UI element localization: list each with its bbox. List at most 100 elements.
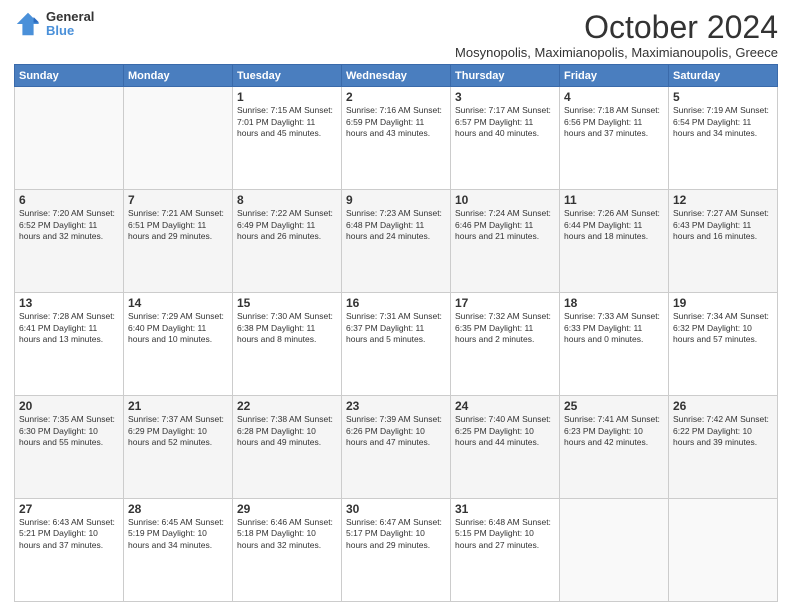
day-info: Sunrise: 6:48 AM Sunset: 5:15 PM Dayligh… <box>455 517 555 551</box>
calendar-cell: 30Sunrise: 6:47 AM Sunset: 5:17 PM Dayli… <box>342 499 451 602</box>
day-info: Sunrise: 7:15 AM Sunset: 7:01 PM Dayligh… <box>237 105 337 139</box>
calendar-cell: 6Sunrise: 7:20 AM Sunset: 6:52 PM Daylig… <box>15 190 124 293</box>
header-row: Sunday Monday Tuesday Wednesday Thursday… <box>15 65 778 87</box>
day-info: Sunrise: 7:23 AM Sunset: 6:48 PM Dayligh… <box>346 208 446 242</box>
calendar-cell: 27Sunrise: 6:43 AM Sunset: 5:21 PM Dayli… <box>15 499 124 602</box>
day-info: Sunrise: 7:34 AM Sunset: 6:32 PM Dayligh… <box>673 311 773 345</box>
day-info: Sunrise: 7:35 AM Sunset: 6:30 PM Dayligh… <box>19 414 119 448</box>
col-monday: Monday <box>124 65 233 87</box>
logo-blue-text: Blue <box>46 24 94 38</box>
calendar-cell: 19Sunrise: 7:34 AM Sunset: 6:32 PM Dayli… <box>669 293 778 396</box>
col-tuesday: Tuesday <box>233 65 342 87</box>
day-number: 29 <box>237 502 337 516</box>
calendar-week-4: 20Sunrise: 7:35 AM Sunset: 6:30 PM Dayli… <box>15 396 778 499</box>
calendar-cell: 14Sunrise: 7:29 AM Sunset: 6:40 PM Dayli… <box>124 293 233 396</box>
day-number: 23 <box>346 399 446 413</box>
day-info: Sunrise: 7:19 AM Sunset: 6:54 PM Dayligh… <box>673 105 773 139</box>
calendar-cell: 15Sunrise: 7:30 AM Sunset: 6:38 PM Dayli… <box>233 293 342 396</box>
day-info: Sunrise: 7:18 AM Sunset: 6:56 PM Dayligh… <box>564 105 664 139</box>
day-number: 26 <box>673 399 773 413</box>
day-info: Sunrise: 7:22 AM Sunset: 6:49 PM Dayligh… <box>237 208 337 242</box>
day-info: Sunrise: 7:16 AM Sunset: 6:59 PM Dayligh… <box>346 105 446 139</box>
day-number: 20 <box>19 399 119 413</box>
day-number: 8 <box>237 193 337 207</box>
calendar-cell <box>560 499 669 602</box>
calendar-cell: 11Sunrise: 7:26 AM Sunset: 6:44 PM Dayli… <box>560 190 669 293</box>
day-info: Sunrise: 7:30 AM Sunset: 6:38 PM Dayligh… <box>237 311 337 345</box>
day-number: 28 <box>128 502 228 516</box>
day-number: 15 <box>237 296 337 310</box>
logo-text: General Blue <box>46 10 94 39</box>
day-info: Sunrise: 7:28 AM Sunset: 6:41 PM Dayligh… <box>19 311 119 345</box>
day-number: 27 <box>19 502 119 516</box>
day-number: 7 <box>128 193 228 207</box>
calendar-table: Sunday Monday Tuesday Wednesday Thursday… <box>14 64 778 602</box>
day-number: 30 <box>346 502 446 516</box>
day-number: 12 <box>673 193 773 207</box>
calendar-cell: 7Sunrise: 7:21 AM Sunset: 6:51 PM Daylig… <box>124 190 233 293</box>
day-info: Sunrise: 6:43 AM Sunset: 5:21 PM Dayligh… <box>19 517 119 551</box>
day-number: 1 <box>237 90 337 104</box>
logo-icon <box>14 10 42 38</box>
header: General Blue October 2024 Mosynopolis, M… <box>14 10 778 60</box>
day-number: 6 <box>19 193 119 207</box>
day-info: Sunrise: 7:27 AM Sunset: 6:43 PM Dayligh… <box>673 208 773 242</box>
day-info: Sunrise: 7:39 AM Sunset: 6:26 PM Dayligh… <box>346 414 446 448</box>
day-number: 16 <box>346 296 446 310</box>
day-info: Sunrise: 7:26 AM Sunset: 6:44 PM Dayligh… <box>564 208 664 242</box>
day-info: Sunrise: 6:45 AM Sunset: 5:19 PM Dayligh… <box>128 517 228 551</box>
calendar-cell: 23Sunrise: 7:39 AM Sunset: 6:26 PM Dayli… <box>342 396 451 499</box>
day-number: 24 <box>455 399 555 413</box>
page: General Blue October 2024 Mosynopolis, M… <box>0 0 792 612</box>
day-number: 5 <box>673 90 773 104</box>
day-number: 22 <box>237 399 337 413</box>
calendar-cell: 12Sunrise: 7:27 AM Sunset: 6:43 PM Dayli… <box>669 190 778 293</box>
title-section: October 2024 Mosynopolis, Maximianopolis… <box>455 10 778 60</box>
calendar-cell: 22Sunrise: 7:38 AM Sunset: 6:28 PM Dayli… <box>233 396 342 499</box>
calendar-week-1: 1Sunrise: 7:15 AM Sunset: 7:01 PM Daylig… <box>15 87 778 190</box>
calendar-cell <box>15 87 124 190</box>
calendar-cell: 3Sunrise: 7:17 AM Sunset: 6:57 PM Daylig… <box>451 87 560 190</box>
calendar-week-5: 27Sunrise: 6:43 AM Sunset: 5:21 PM Dayli… <box>15 499 778 602</box>
logo-general-text: General <box>46 10 94 24</box>
day-number: 4 <box>564 90 664 104</box>
day-number: 21 <box>128 399 228 413</box>
calendar-cell: 10Sunrise: 7:24 AM Sunset: 6:46 PM Dayli… <box>451 190 560 293</box>
calendar-cell: 24Sunrise: 7:40 AM Sunset: 6:25 PM Dayli… <box>451 396 560 499</box>
day-number: 31 <box>455 502 555 516</box>
calendar-cell: 26Sunrise: 7:42 AM Sunset: 6:22 PM Dayli… <box>669 396 778 499</box>
day-info: Sunrise: 7:40 AM Sunset: 6:25 PM Dayligh… <box>455 414 555 448</box>
day-number: 18 <box>564 296 664 310</box>
calendar-cell: 4Sunrise: 7:18 AM Sunset: 6:56 PM Daylig… <box>560 87 669 190</box>
calendar-cell: 25Sunrise: 7:41 AM Sunset: 6:23 PM Dayli… <box>560 396 669 499</box>
day-info: Sunrise: 7:29 AM Sunset: 6:40 PM Dayligh… <box>128 311 228 345</box>
day-number: 25 <box>564 399 664 413</box>
calendar-cell: 17Sunrise: 7:32 AM Sunset: 6:35 PM Dayli… <box>451 293 560 396</box>
day-info: Sunrise: 7:33 AM Sunset: 6:33 PM Dayligh… <box>564 311 664 345</box>
day-number: 10 <box>455 193 555 207</box>
day-info: Sunrise: 7:20 AM Sunset: 6:52 PM Dayligh… <box>19 208 119 242</box>
day-info: Sunrise: 7:42 AM Sunset: 6:22 PM Dayligh… <box>673 414 773 448</box>
col-wednesday: Wednesday <box>342 65 451 87</box>
day-number: 3 <box>455 90 555 104</box>
calendar-week-3: 13Sunrise: 7:28 AM Sunset: 6:41 PM Dayli… <box>15 293 778 396</box>
day-info: Sunrise: 7:24 AM Sunset: 6:46 PM Dayligh… <box>455 208 555 242</box>
col-saturday: Saturday <box>669 65 778 87</box>
day-info: Sunrise: 7:17 AM Sunset: 6:57 PM Dayligh… <box>455 105 555 139</box>
day-info: Sunrise: 7:31 AM Sunset: 6:37 PM Dayligh… <box>346 311 446 345</box>
calendar-cell: 2Sunrise: 7:16 AM Sunset: 6:59 PM Daylig… <box>342 87 451 190</box>
calendar-cell: 5Sunrise: 7:19 AM Sunset: 6:54 PM Daylig… <box>669 87 778 190</box>
location-subtitle: Mosynopolis, Maximianopolis, Maximianoup… <box>455 45 778 60</box>
day-number: 14 <box>128 296 228 310</box>
calendar-cell <box>669 499 778 602</box>
col-thursday: Thursday <box>451 65 560 87</box>
calendar-cell: 13Sunrise: 7:28 AM Sunset: 6:41 PM Dayli… <box>15 293 124 396</box>
calendar-cell: 8Sunrise: 7:22 AM Sunset: 6:49 PM Daylig… <box>233 190 342 293</box>
day-info: Sunrise: 7:21 AM Sunset: 6:51 PM Dayligh… <box>128 208 228 242</box>
calendar-cell: 1Sunrise: 7:15 AM Sunset: 7:01 PM Daylig… <box>233 87 342 190</box>
logo: General Blue <box>14 10 94 39</box>
calendar-week-2: 6Sunrise: 7:20 AM Sunset: 6:52 PM Daylig… <box>15 190 778 293</box>
calendar-cell: 9Sunrise: 7:23 AM Sunset: 6:48 PM Daylig… <box>342 190 451 293</box>
col-sunday: Sunday <box>15 65 124 87</box>
month-title: October 2024 <box>455 10 778 45</box>
